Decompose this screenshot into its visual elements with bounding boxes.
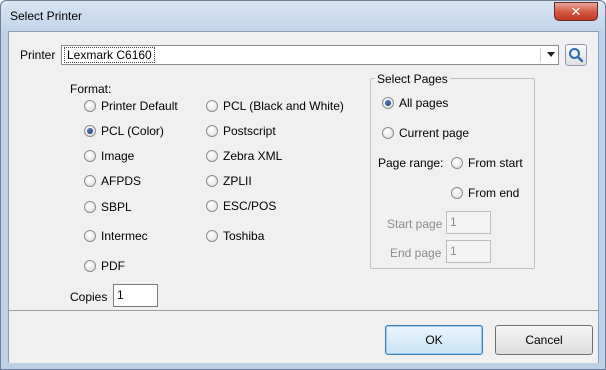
radio-label: AFPDS [101,174,142,188]
radio-indicator [84,125,96,137]
radio-image[interactable]: Image [84,149,134,163]
format-label: Format: [70,82,112,96]
radio-indicator [451,157,463,169]
radio-postscript[interactable]: Postscript [206,124,276,138]
radio-label: ESC/POS [223,199,277,213]
radio-indicator [206,125,218,137]
radio-indicator [84,100,96,112]
radio-zebra-xml[interactable]: Zebra XML [206,149,282,163]
radio-toshiba[interactable]: Toshiba [206,229,264,243]
close-icon: ✕ [570,4,582,19]
cancel-button[interactable]: Cancel [495,325,593,355]
radio-indicator [84,260,96,272]
dialog-body: Printer Lexmark C6160 Format: Printer De… [8,31,599,363]
radio-indicator [206,200,218,212]
select-pages-legend: Select Pages [375,72,450,86]
page-range-label: Page range: [378,156,444,170]
radio-indicator [451,187,463,199]
radio-indicator [84,230,96,242]
printer-selected-value: Lexmark C6160 [64,47,155,63]
dialog-footer: OK Cancel [9,311,598,363]
dropdown-divider [540,48,541,62]
start-page-label: Start page [387,217,443,231]
radio-label: Zebra XML [223,149,283,163]
chevron-down-icon[interactable] [547,52,555,57]
radio-label: ZPLII [223,174,252,188]
radio-label: Toshiba [223,229,265,243]
end-page-label: End page [390,246,442,260]
radio-label: PCL (Black and White) [223,99,344,113]
search-printer-button[interactable] [565,44,587,66]
radio-all-pages[interactable]: All pages [382,96,448,110]
radio-indicator [206,150,218,162]
radio-intermec[interactable]: Intermec [84,229,148,243]
radio-label: From end [468,186,520,200]
radio-pcl-color[interactable]: PCL (Color) [84,124,164,138]
close-button[interactable]: ✕ [554,2,598,21]
radio-indicator [382,127,394,139]
radio-label: Current page [399,126,470,140]
radio-indicator [84,201,96,213]
radio-current-page[interactable]: Current page [382,126,469,140]
radio-indicator [206,100,218,112]
radio-pcl-black-white[interactable]: PCL (Black and White) [206,99,344,113]
radio-indicator [84,150,96,162]
radio-sbpl[interactable]: SBPL [84,200,132,214]
printer-label: Printer [20,48,56,62]
radio-indicator [84,175,96,187]
radio-indicator [206,230,218,242]
radio-from-start[interactable]: From start [451,156,523,170]
copies-label: Copies [70,290,108,304]
radio-label: Intermec [101,229,148,243]
radio-label: PDF [101,259,125,273]
radio-label: PCL (Color) [101,124,164,138]
ok-button[interactable]: OK [385,325,483,355]
radio-label: Printer Default [101,99,178,113]
copies-input[interactable]: 1 [113,284,158,307]
radio-label: SBPL [101,200,132,214]
radio-label: Image [101,149,135,163]
radio-indicator [382,97,394,109]
radio-pdf[interactable]: PDF [84,259,125,273]
select-printer-window: Select Printer ✕ Printer Lexmark C6160 F… [0,0,606,370]
start-page-input[interactable]: 1 [446,211,491,234]
title-bar[interactable]: Select Printer ✕ [1,1,605,31]
radio-indicator [206,175,218,187]
radio-label: From start [468,156,523,170]
search-icon [569,48,584,63]
radio-esc-pos[interactable]: ESC/POS [206,199,276,213]
window-title: Select Printer [10,9,83,23]
printer-dropdown[interactable]: Lexmark C6160 [61,45,559,65]
radio-zplii[interactable]: ZPLII [206,174,252,188]
radio-printer-default[interactable]: Printer Default [84,99,178,113]
radio-afpds[interactable]: AFPDS [84,174,141,188]
radio-label: All pages [399,96,449,110]
end-page-input[interactable]: 1 [446,240,491,263]
radio-label: Postscript [223,124,276,138]
radio-from-end[interactable]: From end [451,186,519,200]
